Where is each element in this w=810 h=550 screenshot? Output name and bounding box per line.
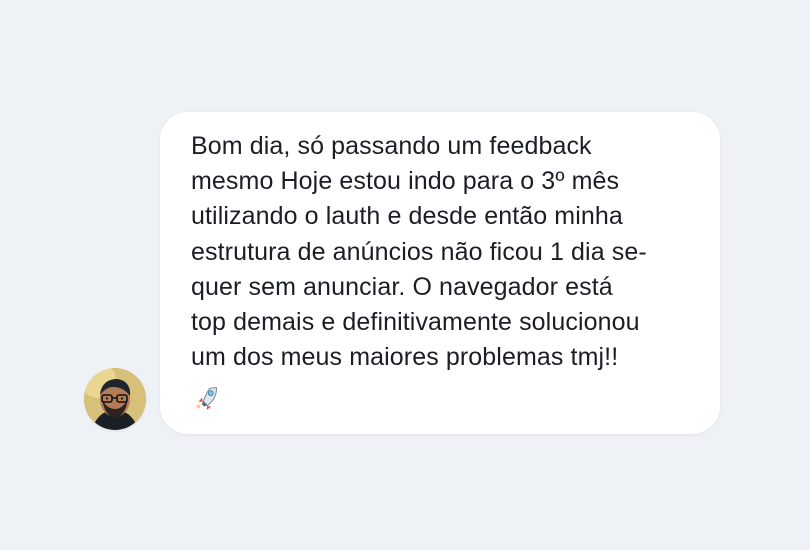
chat-message-card: Bom dia, só passando um feedback mesmo H… — [84, 112, 724, 436]
rocket-icon — [192, 384, 220, 412]
message-bubble: Bom dia, só passando um feedback mesmo H… — [160, 112, 720, 434]
avatar — [84, 368, 146, 430]
message-text: Bom dia, só passando um feedback mesmo H… — [191, 132, 647, 372]
